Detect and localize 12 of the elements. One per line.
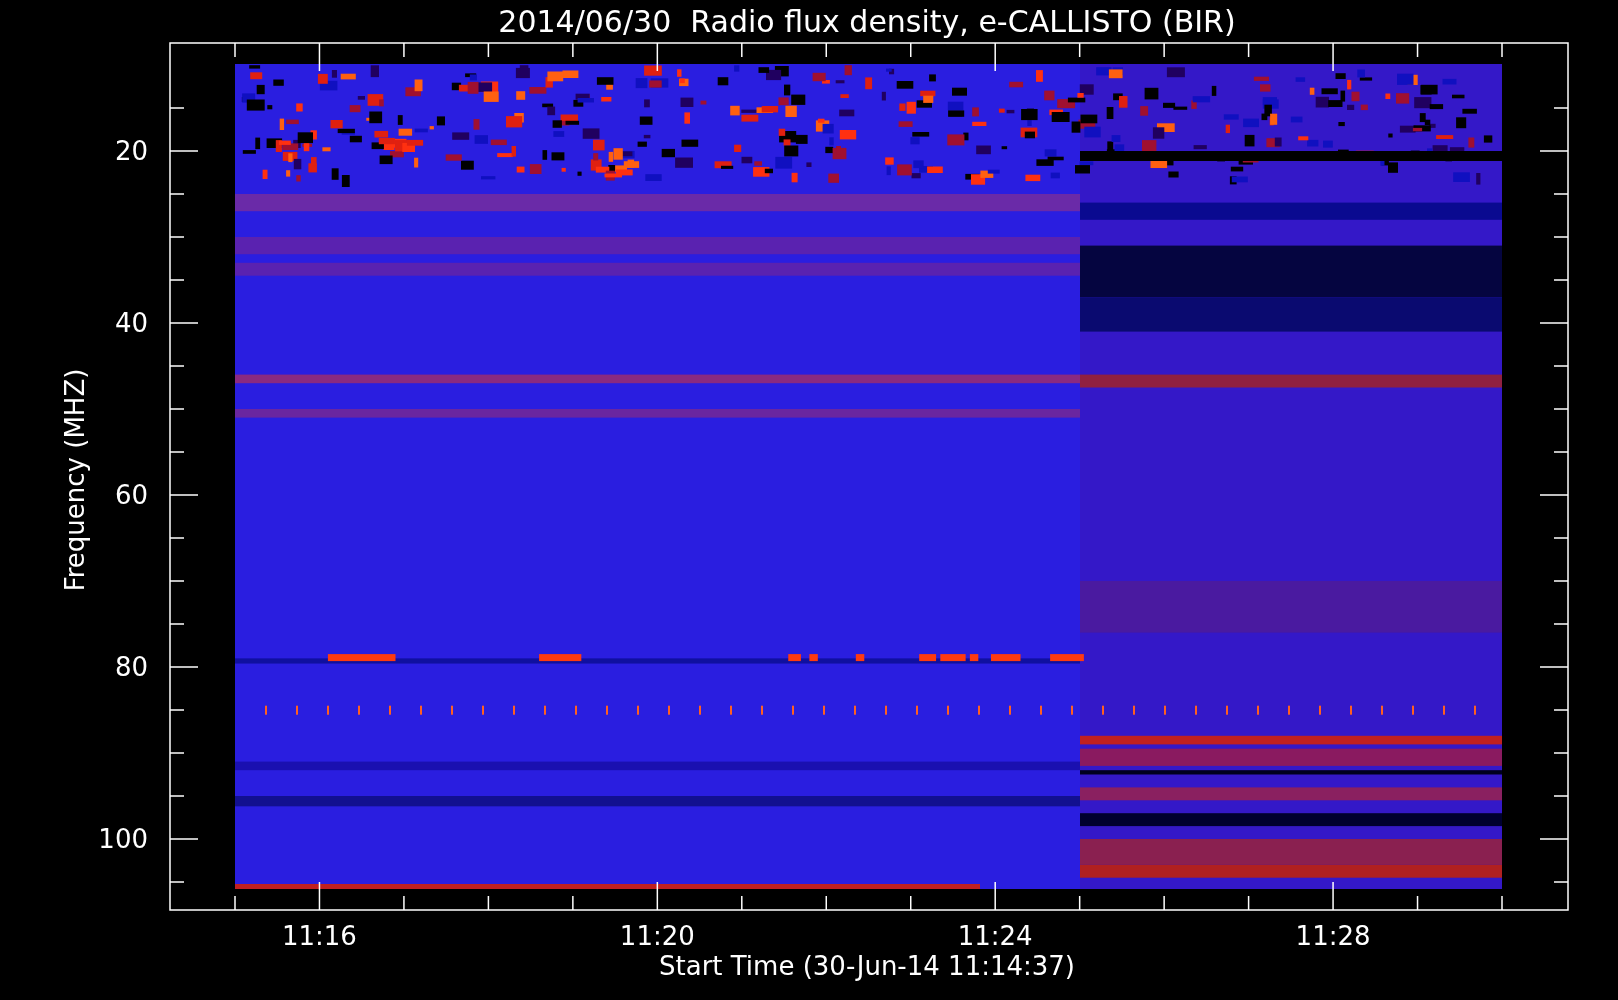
chart-title: 2014/06/30 Radio flux density, e-CALLISTO (BIR) (498, 4, 1236, 39)
y-tick-label: 60 (114, 480, 148, 510)
x-tick-label: 11:28 (1295, 921, 1371, 951)
y-tick-label: 20 (114, 136, 148, 166)
x-axis-label: Start Time (30-Jun-14 11:14:37) (659, 951, 1075, 981)
x-tick-label: 11:24 (957, 921, 1033, 951)
y-tick-label: 80 (114, 652, 148, 682)
x-tick-label: 11:20 (619, 921, 695, 951)
y-tick-label: 100 (98, 824, 148, 854)
y-tick-label: 40 (114, 308, 148, 338)
x-tick-label: 11:16 (282, 921, 357, 951)
y-axis-label: Frequency (MHZ) (60, 368, 90, 592)
